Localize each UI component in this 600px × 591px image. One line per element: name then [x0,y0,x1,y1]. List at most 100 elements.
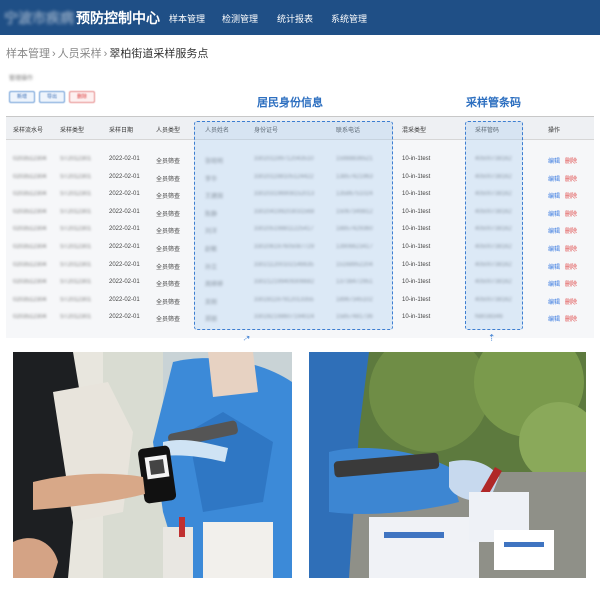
edit-link[interactable]: 编辑 [548,279,560,288]
delete-button[interactable]: 删除 [69,91,95,103]
cell-person-type: 全员筛查 [156,229,181,236]
cell-person-type: 全员筛查 [156,159,181,165]
cell-sample-type: ST2012301 [60,296,92,303]
arrow-icon: ⇢ [486,333,497,342]
cell-serial: 0203512304 [13,244,47,250]
col-person-type: 人员类型 [156,128,181,134]
cell-sample-date: 2022-02-01 [109,261,140,268]
edit-link[interactable]: 编辑 [548,297,560,306]
annotation-resident-info: 居民身份信息 [257,97,323,109]
edit-link[interactable]: 编辑 [548,244,560,253]
cell-mix-type: 10-in-1test [402,244,431,250]
cell-mix-type: 10-in-1test [402,156,431,162]
toolbar-label: 管理操作 [9,76,34,82]
export-button[interactable]: 导出 [39,91,65,103]
cell-mix-type: 10-in-1test [402,314,431,321]
edit-link[interactable]: 编辑 [548,156,560,165]
breadcrumb-separator: › [52,48,56,60]
col-sample-type: 采样类型 [60,128,85,134]
cell-person-type: 全员筛查 [156,299,181,306]
cell-mix-type: 10-in-1test [402,173,431,180]
col-actions: 操作 [548,128,561,134]
edit-link[interactable]: 编辑 [548,262,560,271]
cell-serial: 0203512304 [13,279,47,286]
cell-sample-date: 2022-02-01 [109,208,140,215]
breadcrumb-separator: › [103,48,108,60]
delete-link[interactable]: 删除 [565,244,577,253]
cell-sample-type: ST2012301 [60,208,92,215]
nav-sample-management[interactable]: 样本管理 [169,12,205,25]
cell-mix-type: 10-in-1test [402,191,431,198]
cell-mix-type: 10-in-1test [402,279,431,286]
annotation-tube-barcode: 采样管条码 [466,97,521,109]
delete-link[interactable]: 删除 [565,314,577,323]
delete-link[interactable]: 删除 [565,156,577,165]
cell-serial: 0203512304 [13,208,47,215]
app-title-blurred: 宁波市疾病 [4,10,74,26]
cell-serial: 0203512304 [13,296,47,303]
top-bar: 宁波市疾病 预防控制中心 样本管理 检测管理 统计报表 系统管理 [0,0,600,35]
cell-sample-type: ST2012301 [60,244,92,250]
edit-link[interactable]: 编辑 [548,209,560,218]
cell-serial: 0203512304 [13,314,47,321]
photo-qr-scanning [13,352,292,578]
cell-sample-date: 2022-02-01 [109,279,140,286]
cell-sample-type: ST2012301 [60,156,92,162]
app-title-main: 预防控制中心 [76,10,160,26]
cell-sample-type: ST2012301 [60,191,92,198]
delete-link[interactable]: 删除 [565,191,577,200]
resident-info-highlight [194,121,393,330]
cell-sample-type: ST2012301 [60,173,92,180]
cell-mix-type: 10-in-1test [402,261,431,268]
edit-link[interactable]: 编辑 [548,174,560,183]
app-title: 宁波市疾病 预防控制中心 [0,8,160,28]
cell-person-type: 全员筛查 [156,264,181,271]
cell-person-type: 全员筛查 [156,176,181,183]
cell-mix-type: 10-in-1test [402,296,431,303]
cell-mix-type: 10-in-1test [402,226,431,233]
tube-barcode-highlight [465,121,523,330]
cell-serial: 0203512304 [13,173,47,180]
cell-sample-date: 2022-02-01 [109,173,140,180]
delete-link[interactable]: 删除 [565,209,577,218]
breadcrumb: 样本管理 › 人员采样 › 翠柏街道采样服务点 [6,45,210,61]
nav-system-management[interactable]: 系统管理 [331,12,367,25]
add-button[interactable]: 新增 [9,91,35,103]
photo-tube-scanning [309,352,586,578]
cell-serial: 0203512304 [13,191,47,198]
cell-person-type: 全员筛查 [156,194,181,201]
cell-person-type: 全员筛查 [156,317,181,324]
cell-sample-date: 2022-02-01 [109,191,140,198]
cell-sample-date: 2022-02-01 [109,156,140,162]
edit-link[interactable]: 编辑 [548,314,560,323]
delete-link[interactable]: 删除 [565,226,577,235]
cell-serial: 0203512304 [13,226,47,233]
delete-link[interactable]: 删除 [565,174,577,183]
nav-test-management[interactable]: 检测管理 [222,12,258,25]
delete-link[interactable]: 删除 [565,297,577,306]
cell-serial: 0203512304 [13,156,47,162]
cell-sample-date: 2022-02-01 [109,314,140,321]
cell-sample-date: 2022-02-01 [109,296,140,303]
nav-statistics[interactable]: 统计报表 [277,12,313,25]
breadcrumb-item-person-sampling[interactable]: 人员采样 [58,48,102,60]
cell-person-type: 全员筛查 [156,211,181,218]
edit-link[interactable]: 编辑 [548,191,560,200]
cell-sample-type: ST2012301 [60,261,92,268]
breadcrumb-item-sample-management[interactable]: 样本管理 [6,48,50,60]
cell-sample-type: ST2012301 [60,226,92,233]
col-serial: 采样流水号 [13,128,44,134]
cell-mix-type: 10-in-1test [402,208,431,215]
cell-sample-date: 2022-02-01 [109,226,140,233]
cell-person-type: 全员筛查 [156,247,181,253]
cell-serial: 0203512304 [13,261,47,268]
delete-link[interactable]: 删除 [565,262,577,271]
col-mix-type: 混采类型 [402,128,427,134]
delete-link[interactable]: 删除 [565,279,577,288]
cell-sample-type: ST2012301 [60,314,92,321]
breadcrumb-current: 翠柏街道采样服务点 [109,48,209,60]
cell-person-type: 全员筛查 [156,282,181,289]
cell-sample-type: ST2012301 [60,279,92,286]
edit-link[interactable]: 编辑 [548,226,560,235]
col-sample-date: 采样日期 [109,128,134,134]
